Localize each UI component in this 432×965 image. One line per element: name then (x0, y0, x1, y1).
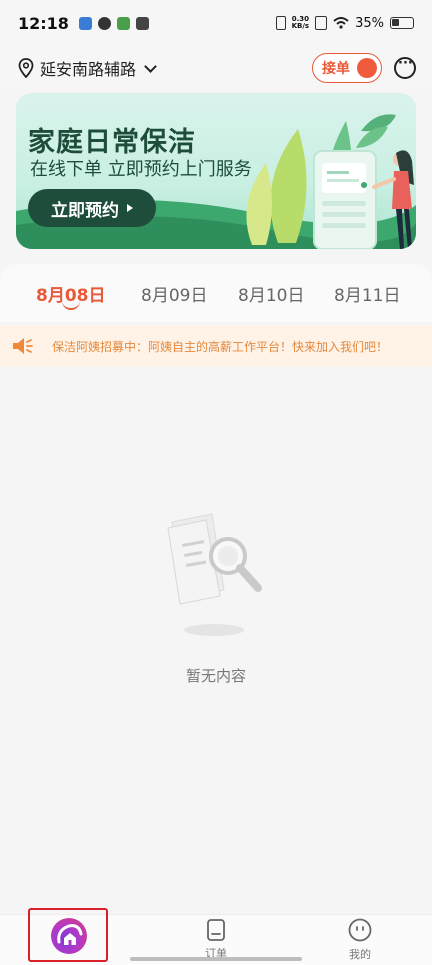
promo-banner[interactable]: 家庭日常保洁 在线下单 立即预约上门服务 立即预约 (16, 93, 416, 249)
no-sim-icon (315, 16, 328, 30)
empty-state-illustration (167, 513, 262, 636)
notification-app-icon (116, 16, 130, 30)
accept-orders-label: 接单 (322, 61, 350, 77)
home-logo-icon[interactable] (51, 918, 87, 954)
date-tab[interactable]: 8月11日 (334, 281, 400, 306)
notice-text: 保洁阿姨招募中：阿姨自主的高薪工作平台！快来加入我们吧！ (52, 340, 389, 354)
notification-app-icon (97, 16, 111, 30)
gesture-bar (130, 957, 302, 961)
status-time: 12:18 (18, 13, 69, 33)
toggle-knob (357, 58, 377, 78)
battery-percent: 35% (355, 15, 384, 31)
network-speed-unit: KB/s (291, 22, 310, 30)
empty-state-text: 暂无内容 (185, 667, 246, 685)
banner-title: 家庭日常保洁 (28, 127, 196, 158)
notification-app-icon (135, 16, 149, 30)
date-tab[interactable]: 8月10日 (238, 281, 304, 306)
order-icon (207, 919, 225, 941)
tab-profile[interactable]: 我的 (288, 915, 432, 965)
app-header: 延安南路辅路 接单 (0, 46, 432, 90)
house-icon (57, 924, 83, 945)
message-icon[interactable] (394, 56, 416, 79)
wifi-icon (333, 17, 349, 29)
banner-subtitle: 在线下单 立即预约上门服务 (30, 159, 252, 180)
play-arrow-icon (127, 204, 133, 212)
notice-bar[interactable]: 保洁阿姨招募中：阿姨自主的高薪工作平台！快来加入我们吧！ (0, 325, 432, 367)
accept-orders-toggle[interactable]: 接单 (312, 53, 382, 83)
network-speed: 0.30 KB/s (292, 16, 309, 30)
book-now-label: 立即预约 (51, 200, 119, 221)
location-text: 延安南路辅路 (40, 60, 137, 79)
megaphone-icon (13, 338, 33, 354)
date-tabs: 8月08日 8月09日 8月10日 8月11日 (0, 264, 432, 322)
battery-icon (390, 17, 414, 29)
status-bar: 12:18 0.30 KB/s 35% (0, 0, 432, 46)
location-selector[interactable]: 延安南路辅路 (18, 56, 157, 80)
profile-icon (348, 918, 372, 942)
tab-profile-label: 我的 (349, 948, 371, 961)
location-pin-icon (18, 58, 34, 78)
chevron-down-icon (144, 59, 157, 73)
book-now-button[interactable]: 立即预约 (28, 189, 156, 227)
vibrate-icon (275, 16, 286, 30)
date-tab[interactable]: 8月09日 (141, 281, 207, 306)
notification-app-icon (78, 16, 92, 30)
